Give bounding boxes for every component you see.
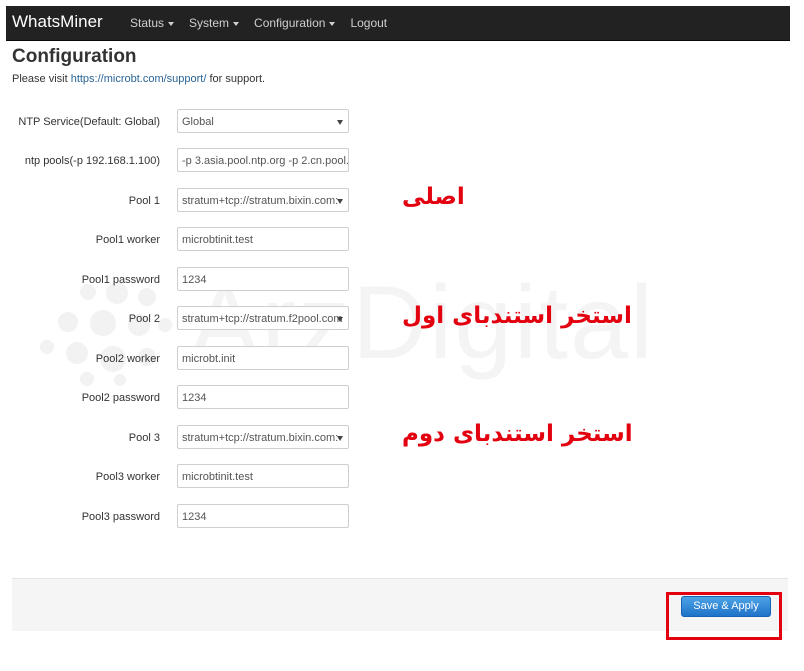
row-ntp-pools: ntp pools(-p 192.168.1.100) -p 3.asia.po… xyxy=(0,148,360,174)
pool3-label: Pool 3 xyxy=(128,432,160,444)
pool2-password-value: 1234 xyxy=(182,392,207,404)
row-pool3-password: Pool3 password 1234 xyxy=(0,504,360,530)
pool1-worker-value: microbtinit.test xyxy=(182,234,253,246)
nav-status-label: Status xyxy=(130,16,165,30)
row-pool2-worker: Pool2 worker microbt.init xyxy=(0,346,360,372)
row-ntp-service: NTP Service(Default: Global) Global xyxy=(0,109,360,135)
pool1-select[interactable]: stratum+tcp://stratum.bixin.com: xyxy=(177,188,349,212)
pool3-select[interactable]: stratum+tcp://stratum.bixin.com: xyxy=(177,425,349,449)
row-pool2-password: Pool2 password 1234 xyxy=(0,385,360,411)
pool1-worker-input[interactable]: microbtinit.test xyxy=(177,227,349,251)
pool2-password-input[interactable]: 1234 xyxy=(177,385,349,409)
pool1-value: stratum+tcp://stratum.bixin.com: xyxy=(182,195,339,207)
nav-system[interactable]: System xyxy=(183,6,248,40)
select-arrow-icon xyxy=(337,436,343,441)
ntp-service-value: Global xyxy=(182,116,214,128)
pool3-worker-label: Pool3 worker xyxy=(95,471,160,483)
pool1-label: Pool 1 xyxy=(128,195,160,207)
row-pool1-worker: Pool1 worker microbtinit.test xyxy=(0,227,360,253)
pool3-worker-input[interactable]: microbtinit.test xyxy=(177,464,349,488)
ntp-pools-value: -p 3.asia.pool.ntp.org -p 2.cn.pool.r xyxy=(182,155,349,167)
row-pool3-worker: Pool3 worker microbtinit.test xyxy=(0,464,360,490)
nav-configuration-label: Configuration xyxy=(254,16,326,30)
annotation-backup-pool-second: استخر استندبای دوم xyxy=(402,421,633,447)
select-arrow-icon xyxy=(337,317,343,322)
page-title: Configuration xyxy=(12,46,137,67)
pool2-select[interactable]: stratum+tcp://stratum.f2pool.com xyxy=(177,306,349,330)
pool3-value: stratum+tcp://stratum.bixin.com: xyxy=(182,432,339,444)
ntp-service-select[interactable]: Global xyxy=(177,109,349,133)
pool3-worker-value: microbtinit.test xyxy=(182,471,253,483)
annotation-main-pool: اصلی xyxy=(402,184,465,210)
row-pool1-password: Pool1 password 1234 xyxy=(0,267,360,293)
pool2-password-label: Pool2 password xyxy=(81,392,160,404)
caret-down-icon xyxy=(329,21,336,26)
row-pool2: Pool 2 stratum+tcp://stratum.f2pool.com xyxy=(0,306,360,332)
pool2-label: Pool 2 xyxy=(128,313,160,325)
pool1-password-label: Pool1 password xyxy=(81,274,160,286)
support-text: Please visit https://microbt.com/support… xyxy=(12,73,265,85)
caret-down-icon xyxy=(168,21,175,26)
pool2-worker-input[interactable]: microbt.init xyxy=(177,346,349,370)
support-suffix: for support. xyxy=(206,73,266,85)
pool1-password-input[interactable]: 1234 xyxy=(177,267,349,291)
row-pool1: Pool 1 stratum+tcp://stratum.bixin.com: xyxy=(0,188,360,214)
caret-down-icon xyxy=(233,21,240,26)
brand-logo[interactable]: WhatsMiner xyxy=(12,12,103,32)
nav-logout[interactable]: Logout xyxy=(344,6,396,40)
nav-status[interactable]: Status xyxy=(124,6,183,40)
select-arrow-icon xyxy=(337,120,343,125)
nav-configuration[interactable]: Configuration xyxy=(248,6,344,40)
row-pool3: Pool 3 stratum+tcp://stratum.bixin.com: xyxy=(0,425,360,451)
ntp-pools-label: ntp pools(-p 192.168.1.100) xyxy=(24,155,160,167)
top-navbar: WhatsMiner Status System Configuration L… xyxy=(6,6,790,41)
pool2-value: stratum+tcp://stratum.f2pool.com xyxy=(182,313,343,325)
select-arrow-icon xyxy=(337,199,343,204)
pool3-password-label: Pool3 password xyxy=(81,511,160,523)
nav-logout-label: Logout xyxy=(350,16,388,30)
pool3-password-value: 1234 xyxy=(182,511,207,523)
annotation-backup-pool-first: استخر استندبای اول xyxy=(402,303,632,329)
ntp-service-label: NTP Service(Default: Global) xyxy=(18,116,160,128)
pool2-worker-label: Pool2 worker xyxy=(95,353,160,365)
support-prefix: Please visit xyxy=(12,73,71,85)
main-nav: Status System Configuration Logout xyxy=(124,6,396,40)
pool3-password-input[interactable]: 1234 xyxy=(177,504,349,528)
pool1-worker-label: Pool1 worker xyxy=(95,234,160,246)
support-link[interactable]: https://microbt.com/support/ xyxy=(71,73,207,85)
form-actions-bar xyxy=(12,578,788,631)
nav-system-label: System xyxy=(189,16,230,30)
pool1-password-value: 1234 xyxy=(182,274,207,286)
ntp-pools-input[interactable]: -p 3.asia.pool.ntp.org -p 2.cn.pool.r xyxy=(177,148,349,172)
save-apply-button[interactable]: Save & Apply xyxy=(681,596,771,617)
pool2-worker-value: microbt.init xyxy=(182,353,236,365)
